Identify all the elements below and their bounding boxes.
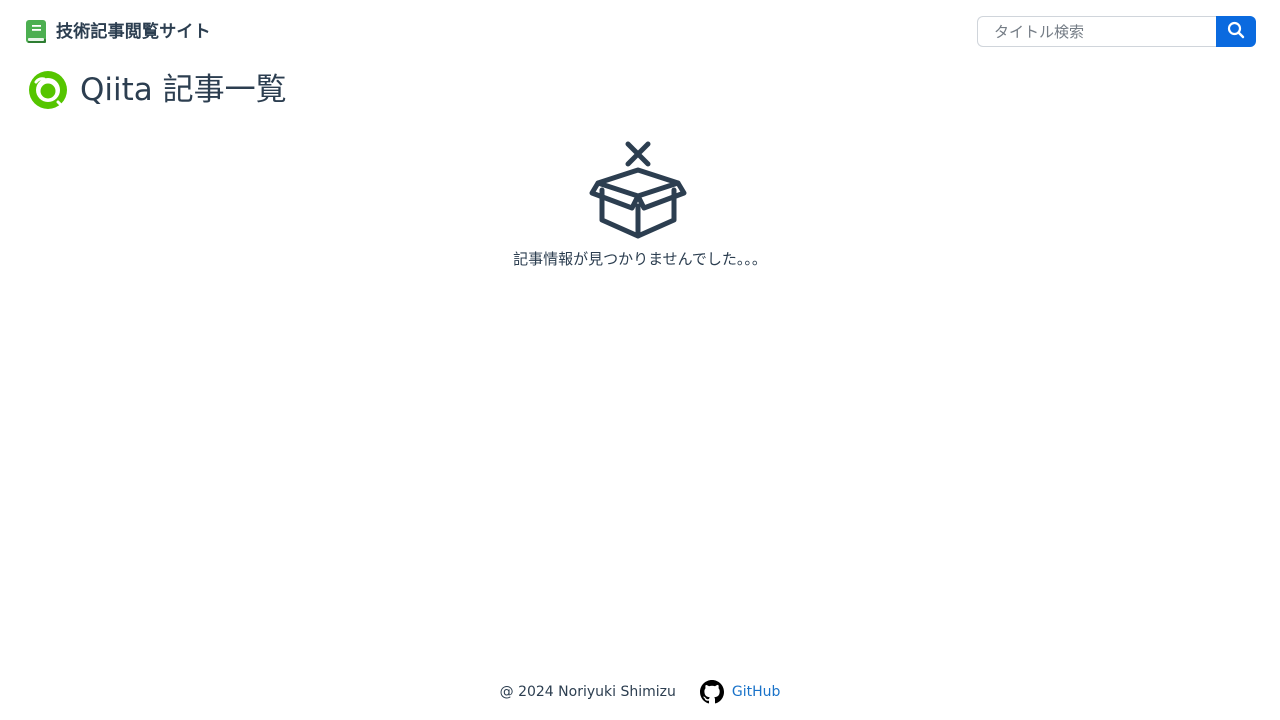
copyright-text: @ 2024 Noriyuki Shimizu [499, 684, 676, 700]
github-icon [699, 680, 724, 704]
page-title: Qiita 記事一覧 [80, 72, 287, 108]
page-heading: Qiita 記事一覧 [28, 70, 287, 110]
github-link[interactable]: GitHub [699, 680, 781, 704]
site-title: 技術記事閲覧サイト [56, 22, 211, 42]
search-button[interactable] [1216, 16, 1256, 47]
qiita-logo-icon [28, 70, 68, 110]
search-icon [1227, 21, 1245, 42]
site-header: 技術記事閲覧サイト [0, 0, 1280, 64]
site-footer: @ 2024 Noriyuki Shimizu GitHub [0, 678, 1280, 706]
empty-state: 記事情報が見つかりませんでした。。。 [0, 138, 1280, 269]
search-form [977, 16, 1256, 47]
book-icon [24, 19, 48, 45]
search-input[interactable] [977, 16, 1216, 47]
home-link[interactable]: 技術記事閲覧サイト [24, 19, 211, 45]
page: 技術記事閲覧サイト Qiita 記 [0, 0, 1280, 720]
empty-box-icon [588, 138, 692, 242]
github-label: GitHub [731, 684, 781, 700]
empty-message: 記事情報が見つかりませんでした。。。 [513, 250, 767, 268]
